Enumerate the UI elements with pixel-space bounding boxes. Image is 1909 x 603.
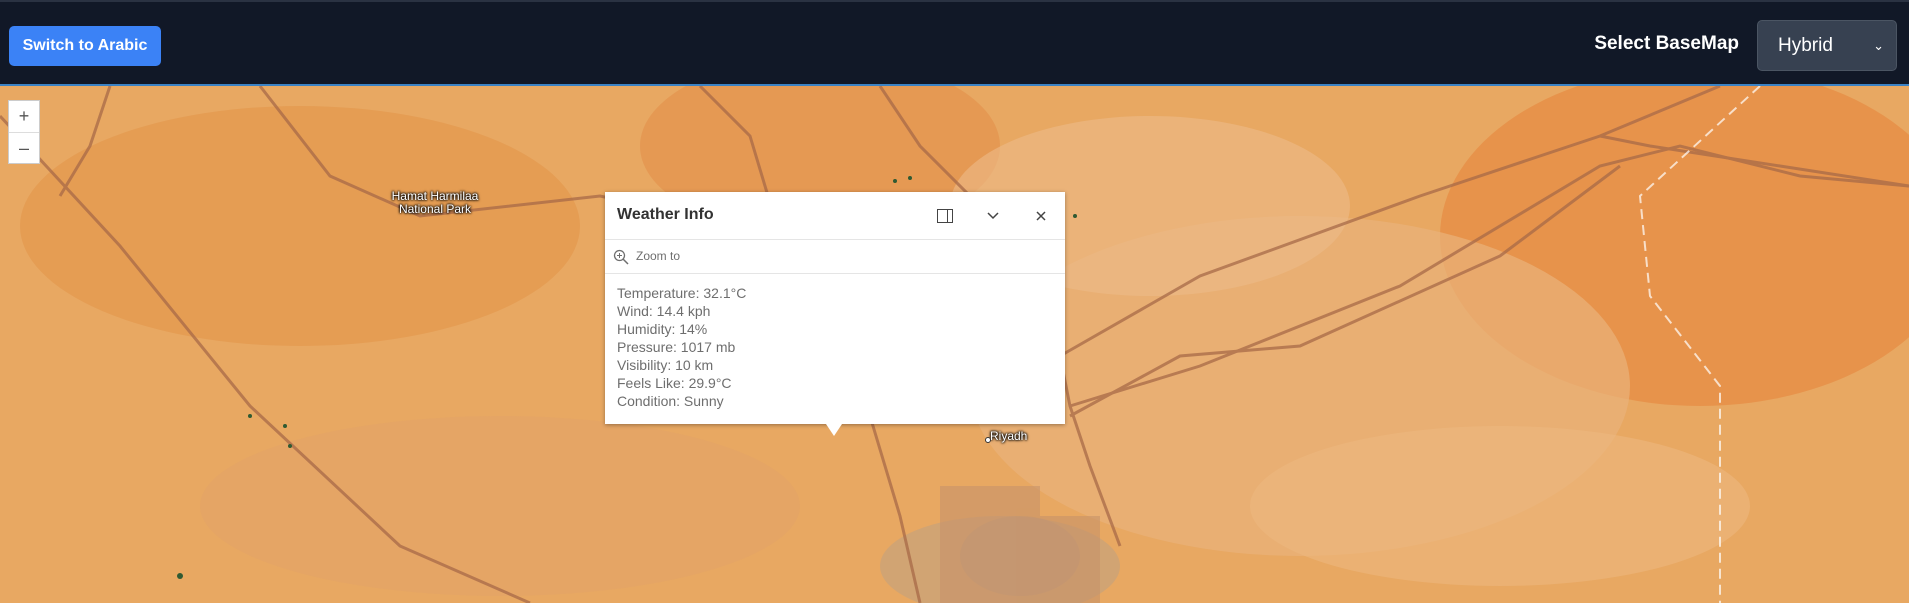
switch-language-button[interactable]: Switch to Arabic [9, 26, 161, 66]
weather-condition: Condition: Sunny [617, 393, 724, 409]
weather-pressure: Pressure: 1017 mb [617, 339, 736, 355]
weather-feels-like: Feels Like: 29.9°C [617, 375, 732, 391]
zoom-to-action[interactable]: Zoom to [605, 240, 1065, 274]
dock-icon[interactable] [935, 206, 955, 226]
place-label-park: Hamat Harmilaa National Park [391, 189, 479, 216]
zoom-to-label: Zoom to [636, 249, 681, 263]
zoom-to-icon [613, 249, 629, 270]
weather-popup: Weather Info Zoom to Temperature: 32.1°C… [605, 192, 1065, 424]
basemap-select[interactable]: Hybrid ⌄ [1757, 20, 1897, 71]
zoom-control: + – [8, 100, 40, 164]
chevron-down-icon: ⌄ [1873, 38, 1884, 53]
basemap-selected-value: Hybrid [1778, 34, 1833, 56]
popup-pointer [826, 424, 842, 436]
weather-humidity: Humidity: 14% [617, 321, 708, 337]
zoom-out-button[interactable]: – [9, 132, 39, 163]
collapse-chevron-icon[interactable] [983, 206, 1003, 226]
popup-header: Weather Info [605, 192, 1065, 240]
place-label-city: Riyadh [990, 429, 1028, 443]
weather-wind: Wind: 14.4 kph [617, 303, 711, 319]
city-marker-icon [985, 437, 991, 443]
basemap-label: Select BaseMap [1594, 33, 1739, 54]
popup-title: Weather Info [617, 206, 714, 223]
weather-visibility: Visibility: 10 km [617, 357, 714, 373]
close-icon[interactable] [1031, 206, 1051, 226]
top-bar: Switch to Arabic Select BaseMap Hybrid ⌄ [0, 0, 1909, 86]
popup-content: Temperature: 32.1°C Wind: 14.4 kph Humid… [605, 274, 1065, 420]
zoom-in-button[interactable]: + [9, 101, 39, 132]
weather-temperature: Temperature: 32.1°C [617, 285, 747, 301]
